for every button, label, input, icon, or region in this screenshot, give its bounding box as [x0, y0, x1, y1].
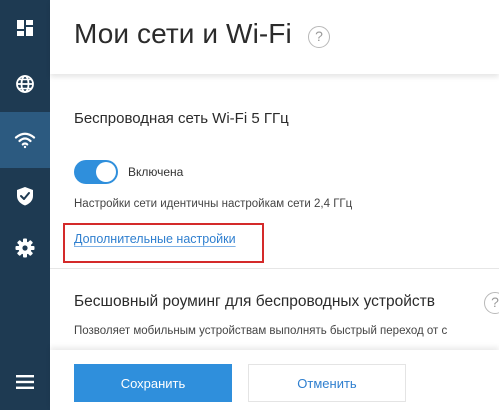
help-icon[interactable]: ?: [308, 26, 330, 48]
main-content: Мои сети и Wi-Fi ? Беспроводная сеть Wi-…: [50, 0, 499, 410]
page-title: Мои сети и Wi-Fi: [74, 18, 292, 49]
cancel-button[interactable]: Отменить: [248, 364, 406, 402]
wifi5-settings-note: Настройки сети идентичны настройкам сети…: [74, 198, 353, 210]
wifi5-section-title: Беспроводная сеть Wi-Fi 5 ГГц: [74, 110, 289, 127]
gear-icon: [15, 238, 35, 258]
sidebar: [0, 0, 50, 410]
toggle-knob: [96, 162, 116, 182]
page-header: Мои сети и Wi-Fi ?: [50, 0, 499, 74]
section-divider: [50, 268, 499, 269]
nav-wifi[interactable]: [0, 112, 50, 168]
nav-security[interactable]: [0, 168, 50, 224]
roaming-section-title: Бесшовный роуминг для беспроводных устро…: [74, 293, 436, 310]
dashboard-icon: [16, 19, 34, 37]
action-footer: Сохранить Отменить: [50, 350, 499, 410]
roaming-description: Позволяет мобильным устройствам выполнят…: [74, 325, 448, 337]
globe-icon: [15, 74, 35, 94]
nav-dashboard[interactable]: [0, 0, 50, 56]
wifi5-toggle-label: Включена: [128, 165, 184, 179]
advanced-settings-link[interactable]: Дополнительные настройки: [74, 232, 236, 246]
save-button[interactable]: Сохранить: [74, 364, 232, 402]
nav-menu[interactable]: [0, 354, 50, 410]
shield-icon: [16, 186, 34, 206]
nav-internet[interactable]: [0, 56, 50, 112]
roaming-help-icon[interactable]: ?: [484, 292, 499, 314]
menu-icon: [16, 375, 34, 389]
wifi5-enable-toggle[interactable]: [74, 160, 118, 184]
nav-settings[interactable]: [0, 220, 50, 276]
wifi-icon: [14, 131, 36, 149]
